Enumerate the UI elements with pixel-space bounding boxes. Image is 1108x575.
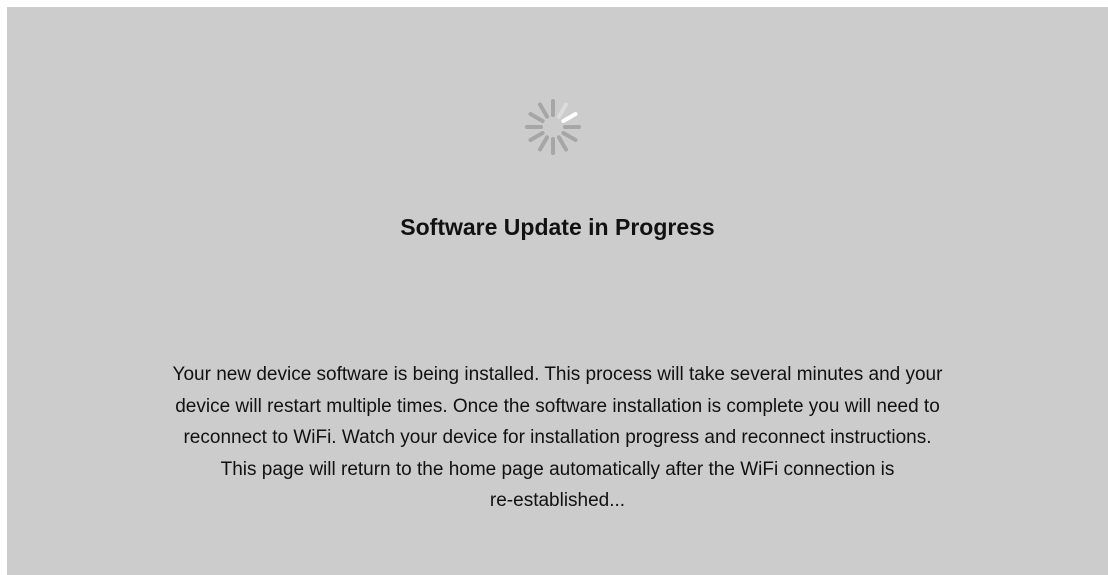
- page-title: Software Update in Progress: [400, 214, 715, 240]
- status-message-line: reconnect to WiFi. Watch your device for…: [183, 427, 932, 448]
- spinner-spoke: [561, 112, 578, 123]
- status-message-line: This page will return to the home page a…: [220, 458, 895, 480]
- loading-spinner-graphic: [525, 99, 581, 155]
- status-message-line: Your new device software is being instal…: [172, 364, 943, 385]
- spinner-spoke: [528, 131, 545, 142]
- status-message-line: re-established...: [489, 490, 626, 511]
- spinner-spoke: [538, 135, 549, 152]
- spinner-spoke: [557, 135, 568, 152]
- loading-spinner-icon: [503, 77, 603, 177]
- spinner-spoke: [528, 112, 545, 123]
- spinner-spoke: [557, 102, 568, 119]
- status-message: Your new device software is being instal…: [7, 359, 1108, 517]
- status-message-line: device will restart multiple times. Once…: [175, 395, 940, 417]
- update-status-panel: Software Update in Progress Your new dev…: [7, 7, 1108, 575]
- spinner-spoke: [561, 131, 578, 142]
- spinner-spoke: [538, 102, 549, 119]
